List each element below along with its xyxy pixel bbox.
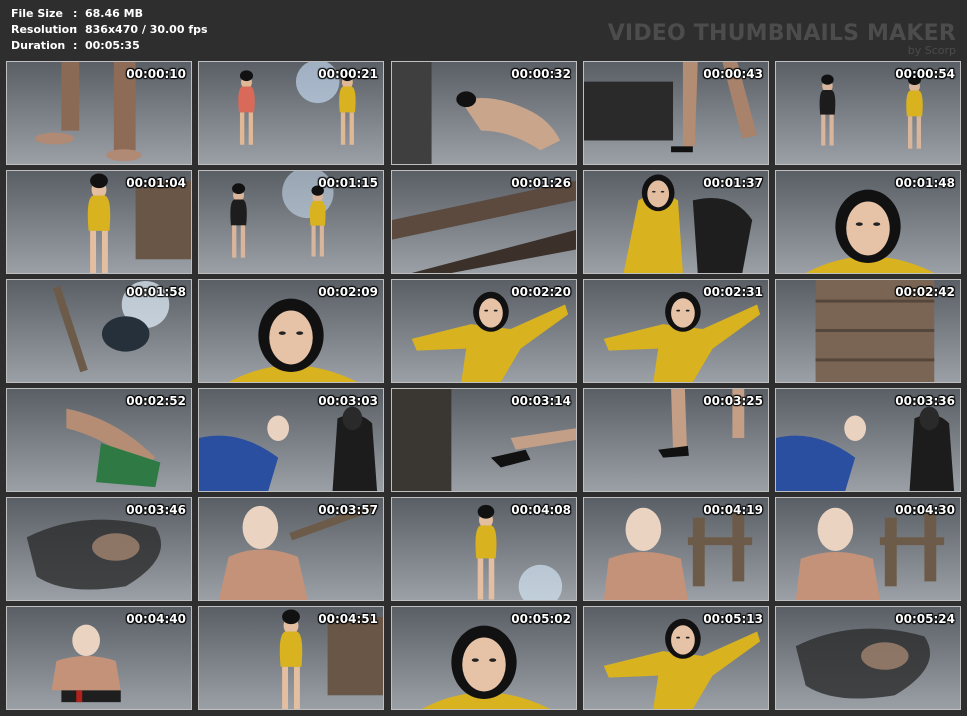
thumbnail-frame: 00:03:57 bbox=[198, 497, 384, 601]
thumbnail-frame: 00:00:54 bbox=[775, 61, 961, 165]
thumbnail-timestamp: 00:03:25 bbox=[703, 394, 763, 408]
thumbnail-frame: 00:01:58 bbox=[6, 279, 192, 383]
thumbnail-frame: 00:05:13 bbox=[583, 606, 769, 710]
thumbnail-frame: 00:00:32 bbox=[391, 61, 577, 165]
thumbnail-timestamp: 00:02:31 bbox=[703, 285, 763, 299]
thumbnail-frame: 00:03:36 bbox=[775, 388, 961, 492]
thumbnail-timestamp: 00:02:52 bbox=[126, 394, 186, 408]
thumbnail-timestamp: 00:00:21 bbox=[318, 67, 378, 81]
thumbnail-frame: 00:00:43 bbox=[583, 61, 769, 165]
thumbnail-frame: 00:01:04 bbox=[6, 170, 192, 274]
thumbnail-frame: 00:00:21 bbox=[198, 61, 384, 165]
thumbnail-timestamp: 00:01:15 bbox=[318, 176, 378, 190]
thumbnail-timestamp: 00:03:03 bbox=[318, 394, 378, 408]
thumbnail-frame: 00:04:51 bbox=[198, 606, 384, 710]
thumbnail-frame: 00:02:31 bbox=[583, 279, 769, 383]
thumbnail-timestamp: 00:03:36 bbox=[895, 394, 955, 408]
thumbnail-frame: 00:04:40 bbox=[6, 606, 192, 710]
thumbnail-timestamp: 00:00:43 bbox=[703, 67, 763, 81]
thumbnail-frame: 00:01:48 bbox=[775, 170, 961, 274]
thumbnail-timestamp: 00:00:10 bbox=[126, 67, 186, 81]
thumbnail-frame: 00:05:24 bbox=[775, 606, 961, 710]
thumbnail-frame: 00:05:02 bbox=[391, 606, 577, 710]
thumbnail-frame: 00:02:52 bbox=[6, 388, 192, 492]
thumbnail-frame: 00:04:08 bbox=[391, 497, 577, 601]
thumbnail-timestamp: 00:00:32 bbox=[511, 67, 571, 81]
thumbnail-timestamp: 00:01:37 bbox=[703, 176, 763, 190]
thumbnail-frame: 00:02:42 bbox=[775, 279, 961, 383]
thumbnail-timestamp: 00:03:57 bbox=[318, 503, 378, 517]
thumbnail-timestamp: 00:01:04 bbox=[126, 176, 186, 190]
thumbnail-frame: 00:01:15 bbox=[198, 170, 384, 274]
thumbnail-frame: 00:01:37 bbox=[583, 170, 769, 274]
thumbnail-timestamp: 00:04:40 bbox=[126, 612, 186, 626]
thumbnail-timestamp: 00:00:54 bbox=[895, 67, 955, 81]
thumbnail-timestamp: 00:03:46 bbox=[126, 503, 186, 517]
thumbnail-frame: 00:03:14 bbox=[391, 388, 577, 492]
thumbnail-timestamp: 00:02:42 bbox=[895, 285, 955, 299]
thumbnail-timestamp: 00:04:19 bbox=[703, 503, 763, 517]
thumbnail-timestamp: 00:05:24 bbox=[895, 612, 955, 626]
thumbnail-frame: 00:03:03 bbox=[198, 388, 384, 492]
thumbnail-timestamp: 00:04:30 bbox=[895, 503, 955, 517]
thumbnail-timestamp: 00:01:48 bbox=[895, 176, 955, 190]
thumbnail-frame: 00:03:46 bbox=[6, 497, 192, 601]
thumbnail-frame: 00:04:30 bbox=[775, 497, 961, 601]
thumbnail-frame: 00:04:19 bbox=[583, 497, 769, 601]
thumbnail-frame: 00:01:26 bbox=[391, 170, 577, 274]
thumbnail-timestamp: 00:02:09 bbox=[318, 285, 378, 299]
thumbnail-timestamp: 00:03:14 bbox=[511, 394, 571, 408]
thumbnail-timestamp: 00:02:20 bbox=[511, 285, 571, 299]
thumbnail-timestamp: 00:04:08 bbox=[511, 503, 571, 517]
thumbnail-frame: 00:00:10 bbox=[6, 61, 192, 165]
thumbnail-timestamp: 00:05:02 bbox=[511, 612, 571, 626]
thumbnail-timestamp: 00:05:13 bbox=[703, 612, 763, 626]
thumbnail-timestamp: 00:04:51 bbox=[318, 612, 378, 626]
thumbnail-frame: 00:02:20 bbox=[391, 279, 577, 383]
thumbnail-frame: 00:02:09 bbox=[198, 279, 384, 383]
thumbnail-timestamp: 00:01:26 bbox=[511, 176, 571, 190]
thumbnail-timestamp: 00:01:58 bbox=[126, 285, 186, 299]
thumbnail-grid: 00:00:10 00:00:21 00:00:32 00:00:43 00:0 bbox=[0, 0, 967, 716]
thumbnail-frame: 00:03:25 bbox=[583, 388, 769, 492]
